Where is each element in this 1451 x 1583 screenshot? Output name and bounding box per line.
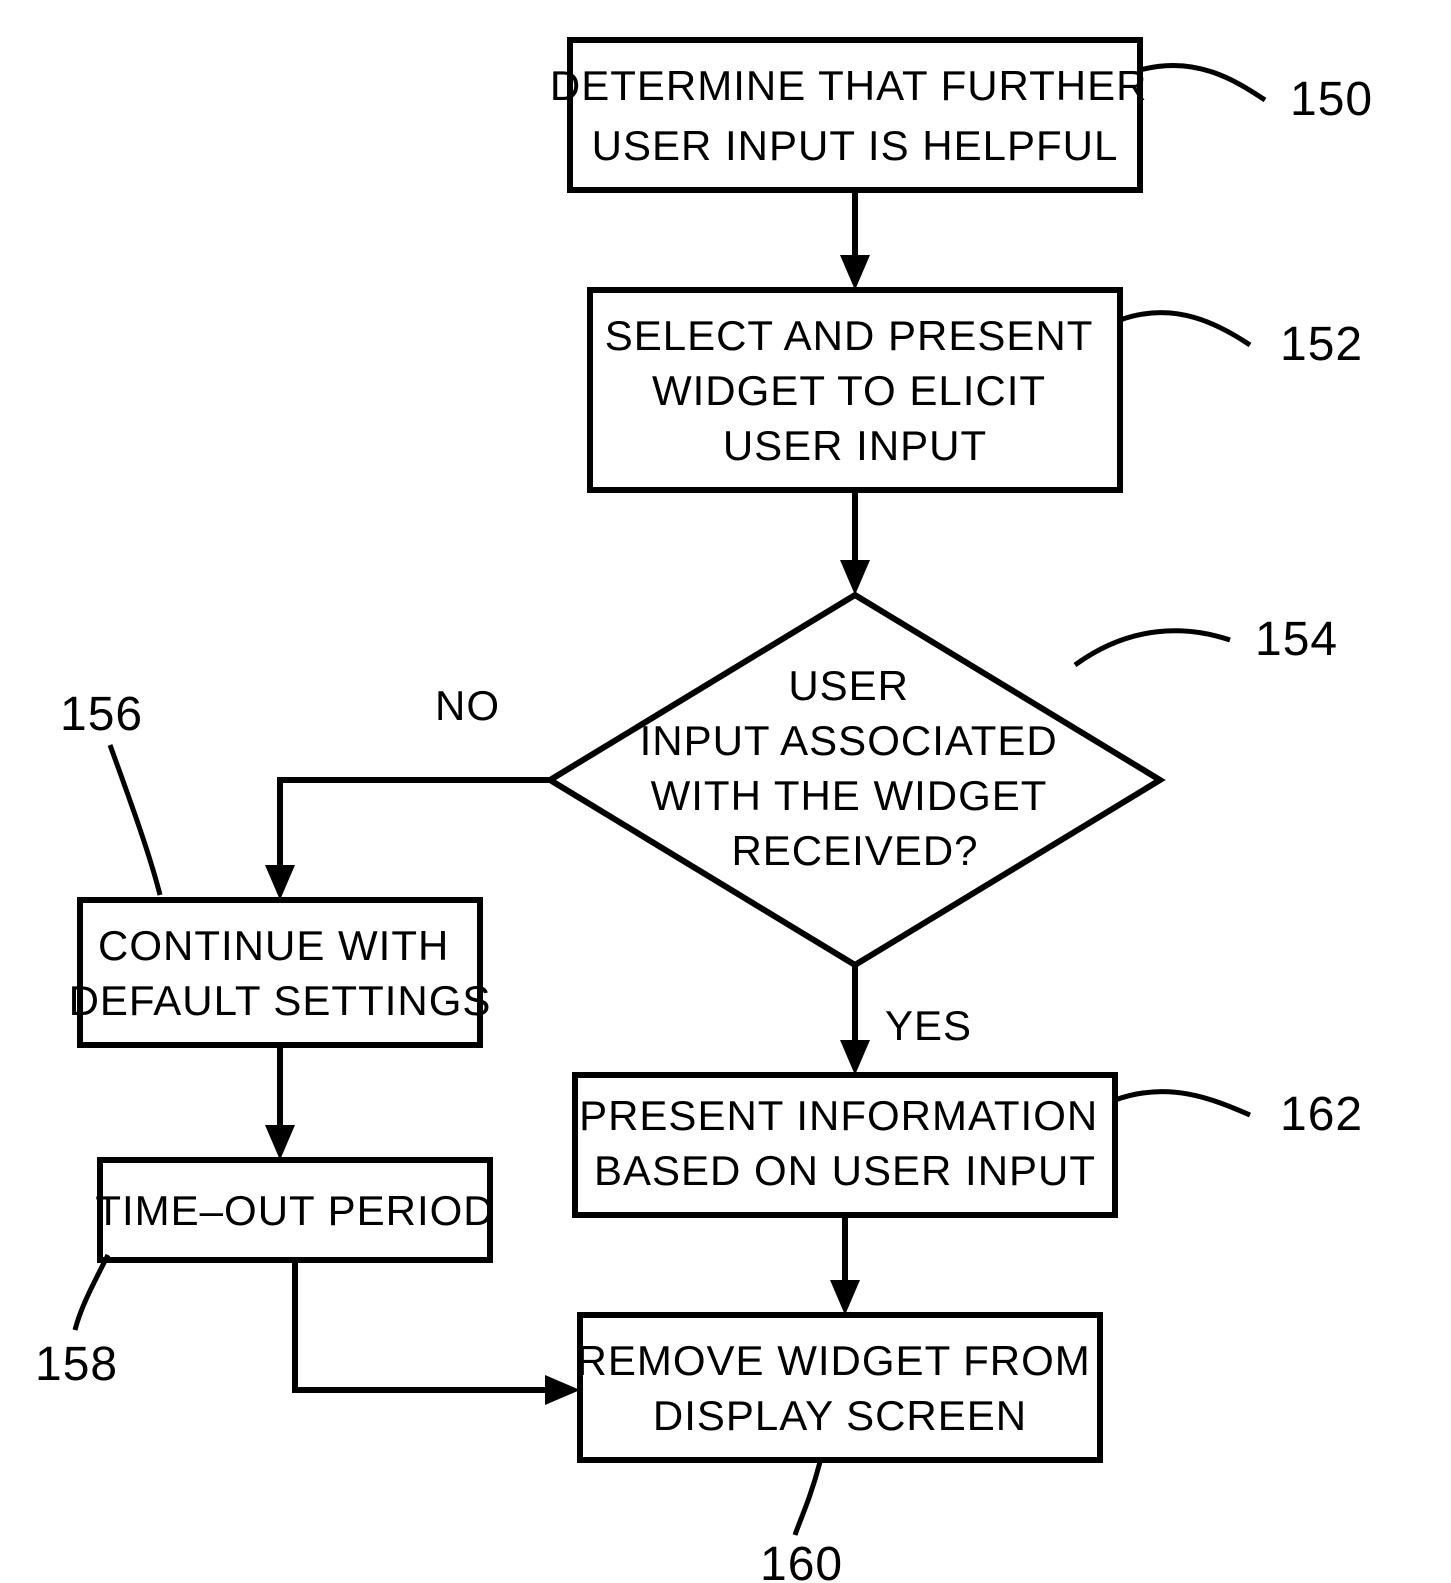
node-158-line1: TIME–OUT PERIOD [95, 1187, 494, 1234]
node-152-line2: WIDGET TO ELICIT [652, 367, 1045, 414]
ref-152: 152 [1280, 318, 1363, 371]
ref-162: 162 [1280, 1088, 1363, 1141]
leader-156 [110, 745, 160, 895]
node-156-line2: DEFAULT SETTINGS [69, 977, 492, 1024]
node-154-line4: RECEIVED? [731, 827, 978, 874]
edge-150-152 [840, 190, 870, 290]
edge-yes-label: YES [885, 1002, 972, 1049]
node-154-line3: WITH THE WIDGET [651, 772, 1047, 819]
node-150-line2: USER INPUT IS HELPFUL [592, 122, 1119, 169]
edge-154-yes: YES [840, 965, 972, 1075]
node-154-line1: USER [788, 662, 909, 709]
edge-162-160 [830, 1215, 860, 1315]
edge-156-158 [265, 1045, 295, 1160]
node-154-line2: INPUT ASSOCIATED [640, 717, 1058, 764]
ref-154: 154 [1255, 613, 1338, 666]
node-162: PRESENT INFORMATION BASED ON USER INPUT [575, 1075, 1115, 1215]
node-152-line3: USER INPUT [723, 422, 987, 469]
edge-154-no: NO [265, 682, 550, 900]
node-160-line2: DISPLAY SCREEN [653, 1392, 1027, 1439]
leader-152 [1120, 313, 1250, 345]
leader-162 [1115, 1092, 1250, 1115]
ref-150: 150 [1290, 73, 1373, 126]
node-152-line1: SELECT AND PRESENT [605, 312, 1093, 359]
ref-160: 160 [760, 1538, 843, 1583]
node-160-line1: REMOVE WIDGET FROM [577, 1337, 1091, 1384]
node-154: USER INPUT ASSOCIATED WITH THE WIDGET RE… [550, 595, 1160, 965]
node-152: SELECT AND PRESENT WIDGET TO ELICIT USER… [590, 290, 1120, 490]
node-156-line1: CONTINUE WITH [98, 922, 449, 969]
svg-text:TIME–OUT PERIOD: TIME–OUT PERIOD [95, 1187, 494, 1234]
node-150-line1: DETERMINE THAT FURTHER [550, 62, 1148, 109]
edge-158-160 [295, 1260, 580, 1405]
leader-158 [75, 1255, 108, 1330]
node-156: CONTINUE WITH DEFAULT SETTINGS [69, 900, 492, 1045]
node-150: DETERMINE THAT FURTHER USER INPUT IS HEL… [550, 40, 1160, 190]
node-162-line2: BASED ON USER INPUT [594, 1147, 1096, 1194]
node-158: TIME–OUT PERIOD [95, 1160, 494, 1260]
leader-154 [1075, 631, 1230, 665]
edge-152-154 [840, 490, 870, 595]
node-160: REMOVE WIDGET FROM DISPLAY SCREEN [577, 1315, 1104, 1460]
ref-158: 158 [35, 1338, 118, 1391]
ref-156: 156 [60, 688, 143, 741]
flowchart-canvas: DETERMINE THAT FURTHER USER INPUT IS HEL… [0, 0, 1451, 1583]
leader-160 [795, 1462, 820, 1535]
edge-no-label: NO [435, 682, 500, 729]
node-162-line1: PRESENT INFORMATION [579, 1092, 1098, 1139]
